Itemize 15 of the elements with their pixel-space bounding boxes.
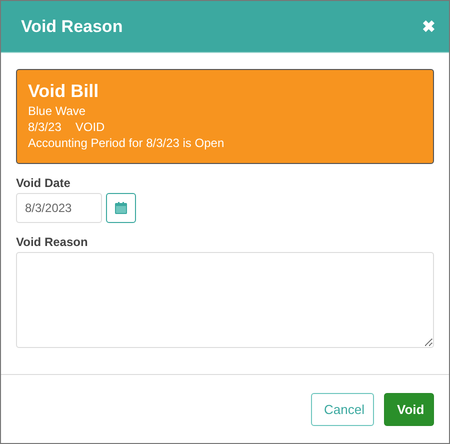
calendar-button[interactable] <box>106 193 136 223</box>
cancel-button[interactable]: Cancel <box>311 392 374 426</box>
bill-date: 8/3/23 <box>28 119 62 135</box>
void-reason-label: Void Reason <box>16 235 89 249</box>
calendar-icon <box>115 202 127 214</box>
date-field[interactable]: 8/3/2023 <box>16 193 102 223</box>
period-note: Accounting Period for 8/3/23 is Open <box>28 135 226 151</box>
bill-status: VOID <box>75 119 105 135</box>
vendor-name: Blue Wave <box>28 103 87 119</box>
void-reason-field[interactable] <box>16 252 434 348</box>
dialog-title: Void Reason <box>21 16 123 36</box>
banner-heading: Void Bill <box>28 80 100 102</box>
void-button[interactable]: Void <box>384 392 434 426</box>
close-button[interactable]: ✖ <box>422 16 435 36</box>
void-date-label: Void Date <box>16 176 72 190</box>
